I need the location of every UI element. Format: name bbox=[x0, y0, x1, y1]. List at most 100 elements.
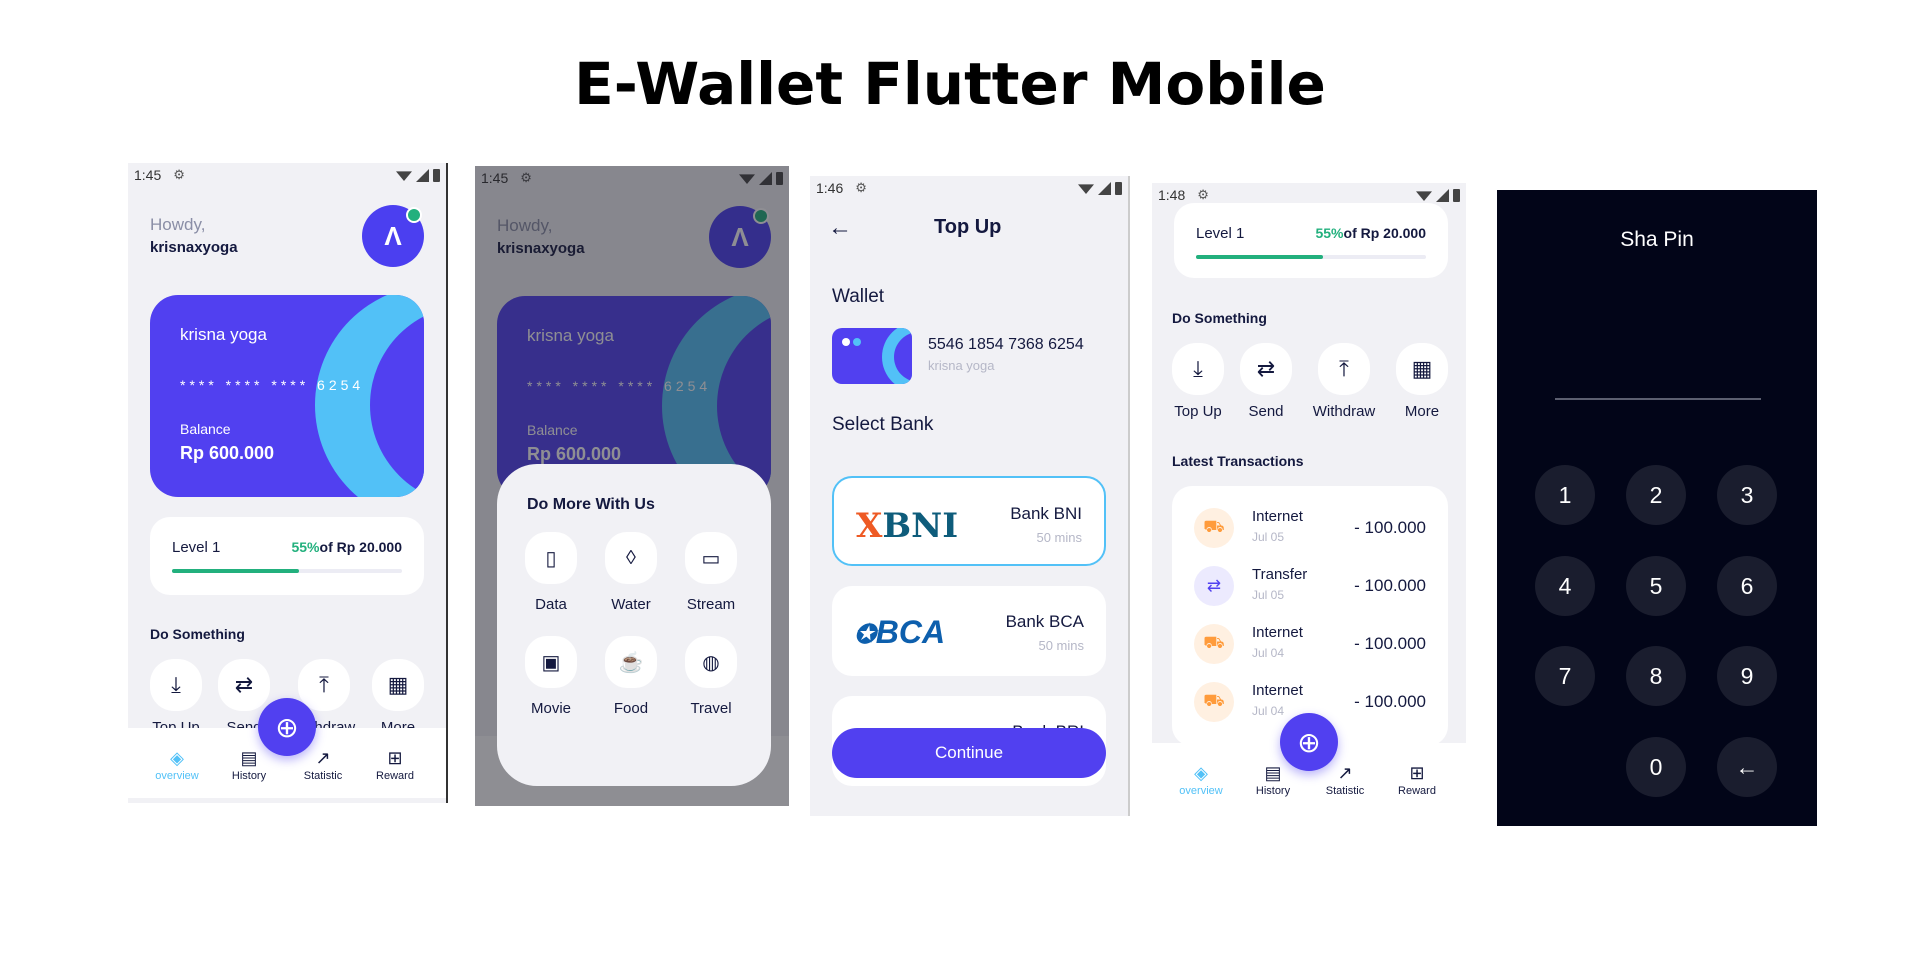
nav-overview[interactable]: ◈ overview bbox=[142, 748, 212, 782]
water-item[interactable]: ◊ Water bbox=[591, 532, 671, 613]
movie-item[interactable]: ▣ Movie bbox=[511, 636, 591, 717]
add-button[interactable]: ⊕ bbox=[1280, 713, 1338, 771]
level-progress-bar bbox=[1196, 255, 1426, 259]
bank-name: Bank BCA bbox=[1005, 612, 1084, 631]
screen-topup: 1:46 ⚙ ← Top Up Wallet 5546 1854 7368 625… bbox=[810, 176, 1130, 816]
section-title: Do Something bbox=[1172, 310, 1267, 326]
status-time: 1:48 bbox=[1158, 187, 1186, 203]
username: krisnaxyoga bbox=[150, 239, 238, 256]
card-number: **** **** **** 6254 bbox=[180, 377, 365, 393]
globe-icon: ◍ bbox=[685, 636, 737, 688]
key-0[interactable]: 0 bbox=[1626, 737, 1686, 797]
signal-icon bbox=[416, 168, 429, 182]
sheet-title: Do More With Us bbox=[527, 496, 655, 513]
send-button[interactable]: ⇄ bbox=[1240, 343, 1292, 395]
nav-reward[interactable]: ⊞ Reward bbox=[1382, 763, 1452, 797]
balance-label: Balance bbox=[180, 421, 231, 437]
tx-date: Jul 04 bbox=[1252, 704, 1285, 718]
stream-label: Stream bbox=[686, 596, 736, 613]
card-holder: krisna yoga bbox=[180, 325, 267, 344]
send-button[interactable]: ⇄ bbox=[218, 659, 270, 711]
tx-name: Transfer bbox=[1252, 566, 1308, 583]
nav-reward[interactable]: ⊞ Reward bbox=[360, 748, 430, 782]
more-button[interactable]: ▦ bbox=[372, 659, 424, 711]
travel-label: Travel bbox=[690, 700, 732, 717]
key-9[interactable]: 9 bbox=[1717, 646, 1777, 706]
withdraw-button[interactable]: ⤒ bbox=[1318, 343, 1370, 395]
key-1[interactable]: 1 bbox=[1535, 465, 1595, 525]
transaction-row[interactable]: ⛟ Internet Jul 04 - 100.000 bbox=[1194, 622, 1426, 670]
wallet-owner: krisna yoga bbox=[928, 358, 995, 373]
level-card: Level 1 55%of Rp 20.000 bbox=[150, 517, 424, 595]
upload-icon: ⤒ bbox=[319, 672, 329, 697]
water-label: Water bbox=[611, 596, 651, 613]
travel-item[interactable]: ◍ Travel bbox=[671, 636, 751, 717]
key-8[interactable]: 8 bbox=[1626, 646, 1686, 706]
battery-icon bbox=[1115, 181, 1122, 195]
coffee-icon: ☕ bbox=[605, 636, 657, 688]
more-sheet: Do More With Us ▯ Data ◊ Water ▭ Stream ▣ Mo… bbox=[497, 464, 771, 786]
nav-overview[interactable]: ◈ overview bbox=[1166, 763, 1236, 797]
balance-value: Rp 600.000 bbox=[180, 443, 275, 463]
bank-name: Bank BNI bbox=[1010, 504, 1082, 523]
select-bank-label: Select Bank bbox=[832, 414, 934, 435]
continue-button[interactable]: Continue bbox=[832, 728, 1106, 778]
bni-logo: XBNI bbox=[856, 506, 959, 546]
signal-icon bbox=[1436, 188, 1449, 202]
add-button[interactable]: ⊕ bbox=[258, 698, 316, 756]
status-bar: 1:45 ⚙ bbox=[128, 163, 446, 187]
plus-circle-icon: ⊕ bbox=[1297, 726, 1321, 758]
more-button[interactable]: ▦ bbox=[1396, 343, 1448, 395]
tx-name: Internet bbox=[1252, 624, 1303, 641]
screen-pin: Sha Pin 1 2 3 4 5 6 7 8 9 0 ← bbox=[1497, 190, 1817, 826]
key-3[interactable]: 3 bbox=[1717, 465, 1777, 525]
stream-item[interactable]: ▭ Stream bbox=[671, 532, 751, 613]
bank-time: 50 mins bbox=[1038, 638, 1084, 653]
key-4[interactable]: 4 bbox=[1535, 556, 1595, 616]
transaction-row[interactable]: ⛟ Internet Jul 05 - 100.000 bbox=[1194, 506, 1426, 554]
page-title: E-Wallet Flutter Mobile bbox=[574, 50, 1326, 118]
transaction-row[interactable]: ⇄ Transfer Jul 05 - 100.000 bbox=[1194, 564, 1426, 612]
system-icons bbox=[1416, 188, 1460, 202]
backspace-key[interactable]: ← bbox=[1717, 737, 1777, 797]
bank-option-bca[interactable]: ✪BCA Bank BCA 50 mins bbox=[832, 586, 1106, 676]
gear-icon: ⚙ bbox=[1197, 187, 1209, 202]
gear-icon: ⚙ bbox=[173, 167, 185, 182]
system-icons bbox=[396, 168, 440, 182]
logo-icon: Λ bbox=[384, 220, 402, 251]
pin-input-line[interactable] bbox=[1555, 398, 1761, 400]
twitch-icon: ▭ bbox=[685, 532, 737, 584]
plus-circle-icon: ⊕ bbox=[275, 711, 299, 743]
system-icons bbox=[1078, 181, 1122, 195]
topup-button[interactable]: ⤓ bbox=[150, 659, 202, 711]
transfer-icon: ⇄ bbox=[1256, 356, 1276, 381]
food-item[interactable]: ☕ Food bbox=[591, 636, 671, 717]
wifi-icon bbox=[1078, 184, 1094, 194]
key-7[interactable]: 7 bbox=[1535, 646, 1595, 706]
tx-amount: - 100.000 bbox=[1354, 576, 1426, 595]
upload-icon: ⤒ bbox=[1339, 356, 1349, 381]
key-5[interactable]: 5 bbox=[1626, 556, 1686, 616]
download-icon: ⤓ bbox=[1193, 356, 1203, 381]
topup-button[interactable]: ⤓ bbox=[1172, 343, 1224, 395]
transfer-icon: ⇄ bbox=[1194, 566, 1234, 606]
key-6[interactable]: 6 bbox=[1717, 556, 1777, 616]
wallet-card-thumbnail bbox=[832, 328, 912, 384]
bank-option-bni[interactable]: XBNI Bank BNI 50 mins bbox=[832, 476, 1106, 566]
withdraw-button[interactable]: ⤒ bbox=[298, 659, 350, 711]
data-item[interactable]: ▯ Data bbox=[511, 532, 591, 613]
transfer-icon: ⇄ bbox=[234, 672, 254, 697]
avatar[interactable]: Λ bbox=[362, 205, 424, 267]
cart-icon: ⛟ bbox=[1194, 682, 1234, 722]
wallet-card[interactable]: krisna yoga **** **** **** 6254 Balance … bbox=[150, 295, 424, 497]
bank-time: 50 mins bbox=[1036, 530, 1082, 545]
layers-icon: ◈ bbox=[1194, 763, 1208, 783]
key-2[interactable]: 2 bbox=[1626, 465, 1686, 525]
cart-icon: ⛟ bbox=[1194, 624, 1234, 664]
status-time: 1:45 bbox=[134, 167, 162, 183]
screen-more-sheet: 1:45⚙ Howdy, krisnaxyoga Λ krisna yoga *… bbox=[475, 166, 789, 806]
more-label: More bbox=[1404, 403, 1440, 420]
transactions-list: ⛟ Internet Jul 05 - 100.000 ⇄ Transfer Jul 05… bbox=[1172, 486, 1448, 746]
send-label: Send bbox=[1248, 403, 1284, 420]
back-arrow-icon[interactable]: ← bbox=[828, 214, 852, 242]
